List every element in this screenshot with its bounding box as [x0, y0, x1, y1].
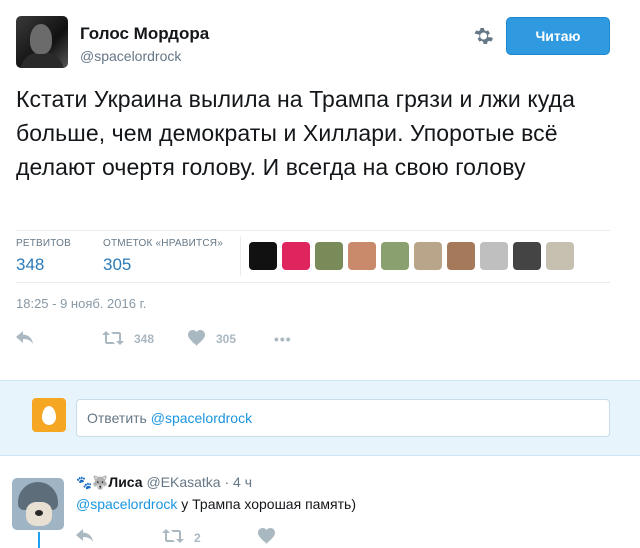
reply-like-button[interactable]: [258, 528, 276, 547]
reply-body: у Трампа хорошая память): [177, 496, 357, 512]
tweet-text: Кстати Украина вылила на Трампа грязи и …: [16, 86, 575, 180]
retweet-button[interactable]: 348: [102, 330, 188, 349]
liker-avatar[interactable]: [315, 242, 343, 270]
more-icon: •••: [274, 331, 292, 347]
reply-composer: Ответить @spacelordrock: [0, 380, 640, 456]
retweet-icon: [162, 528, 184, 547]
gear-icon[interactable]: [472, 26, 494, 48]
reply-time[interactable]: · 4 ч: [224, 474, 252, 490]
retweets-stat[interactable]: РЕТВИТОВ 348: [16, 238, 71, 275]
reply-reply-button[interactable]: [76, 528, 162, 547]
retweets-label: РЕТВИТОВ: [16, 238, 72, 249]
reply-placeholder-prefix: Ответить: [87, 410, 151, 426]
retweets-count: 348: [16, 255, 45, 274]
divider: [240, 236, 241, 276]
tweet-actions: 348 305 •••: [16, 328, 292, 350]
liker-avatar[interactable]: [348, 242, 376, 270]
more-button[interactable]: •••: [274, 331, 292, 347]
like-button[interactable]: 305: [188, 329, 274, 349]
liker-avatar[interactable]: [513, 242, 541, 270]
reply-text: @spacelordrock у Трампа хорошая память): [76, 496, 356, 512]
reply-tweet[interactable]: 🐾🐺Лиса @EKasatka · 4 ч @spacelordrock у …: [0, 456, 640, 548]
thread-line: [38, 532, 40, 548]
divider: [16, 282, 610, 283]
author-handle[interactable]: @spacelordrock: [80, 48, 181, 64]
liker-avatar[interactable]: [381, 242, 409, 270]
liker-avatar[interactable]: [414, 242, 442, 270]
user-avatar-egg: [32, 398, 66, 432]
liker-avatar[interactable]: [249, 242, 277, 270]
reply-author-emoji: 🐾🐺: [76, 475, 109, 490]
reply-retweet-button[interactable]: 2: [162, 528, 258, 547]
liker-avatar[interactable]: [447, 242, 475, 270]
reply-input[interactable]: Ответить @spacelordrock: [76, 399, 610, 437]
follow-button[interactable]: Читаю: [506, 17, 610, 55]
reply-author-avatar[interactable]: [12, 478, 64, 530]
heart-icon: [258, 528, 276, 547]
liker-avatar[interactable]: [546, 242, 574, 270]
reply-author-handle[interactable]: @EKasatka: [146, 474, 220, 490]
author-avatar[interactable]: [16, 16, 68, 68]
retweet-icon: [102, 330, 124, 349]
likes-label: ОТМЕТОК «НРАВИТСЯ»: [103, 238, 223, 249]
liker-avatar[interactable]: [282, 242, 310, 270]
liker-avatar[interactable]: [480, 242, 508, 270]
divider: [16, 230, 610, 231]
author-name[interactable]: Голос Мордора: [80, 24, 209, 44]
reply-button[interactable]: [16, 330, 102, 349]
heart-icon: [188, 329, 206, 349]
reply-header: 🐾🐺Лиса @EKasatka · 4 ч: [76, 474, 252, 491]
retweet-count: 348: [134, 332, 155, 346]
reply-actions: 2: [76, 528, 276, 547]
reply-icon: [76, 528, 94, 547]
main-tweet: Голос Мордора @spacelordrock Читаю Кстат…: [0, 0, 640, 380]
tweet-timestamp[interactable]: 18:25 - 9 нояб. 2016 г.: [16, 296, 146, 311]
likes-stat[interactable]: ОТМЕТОК «НРАВИТСЯ» 305: [103, 238, 223, 275]
reply-mention[interactable]: @spacelordrock: [76, 496, 177, 512]
likes-count: 305: [103, 255, 132, 274]
like-count: 305: [216, 332, 237, 346]
reply-icon: [16, 330, 34, 349]
reply-retweet-count: 2: [194, 530, 201, 545]
likers-avatars: [249, 242, 574, 270]
reply-author-name[interactable]: Лиса: [108, 474, 142, 490]
reply-placeholder-mention: @spacelordrock: [150, 410, 253, 426]
